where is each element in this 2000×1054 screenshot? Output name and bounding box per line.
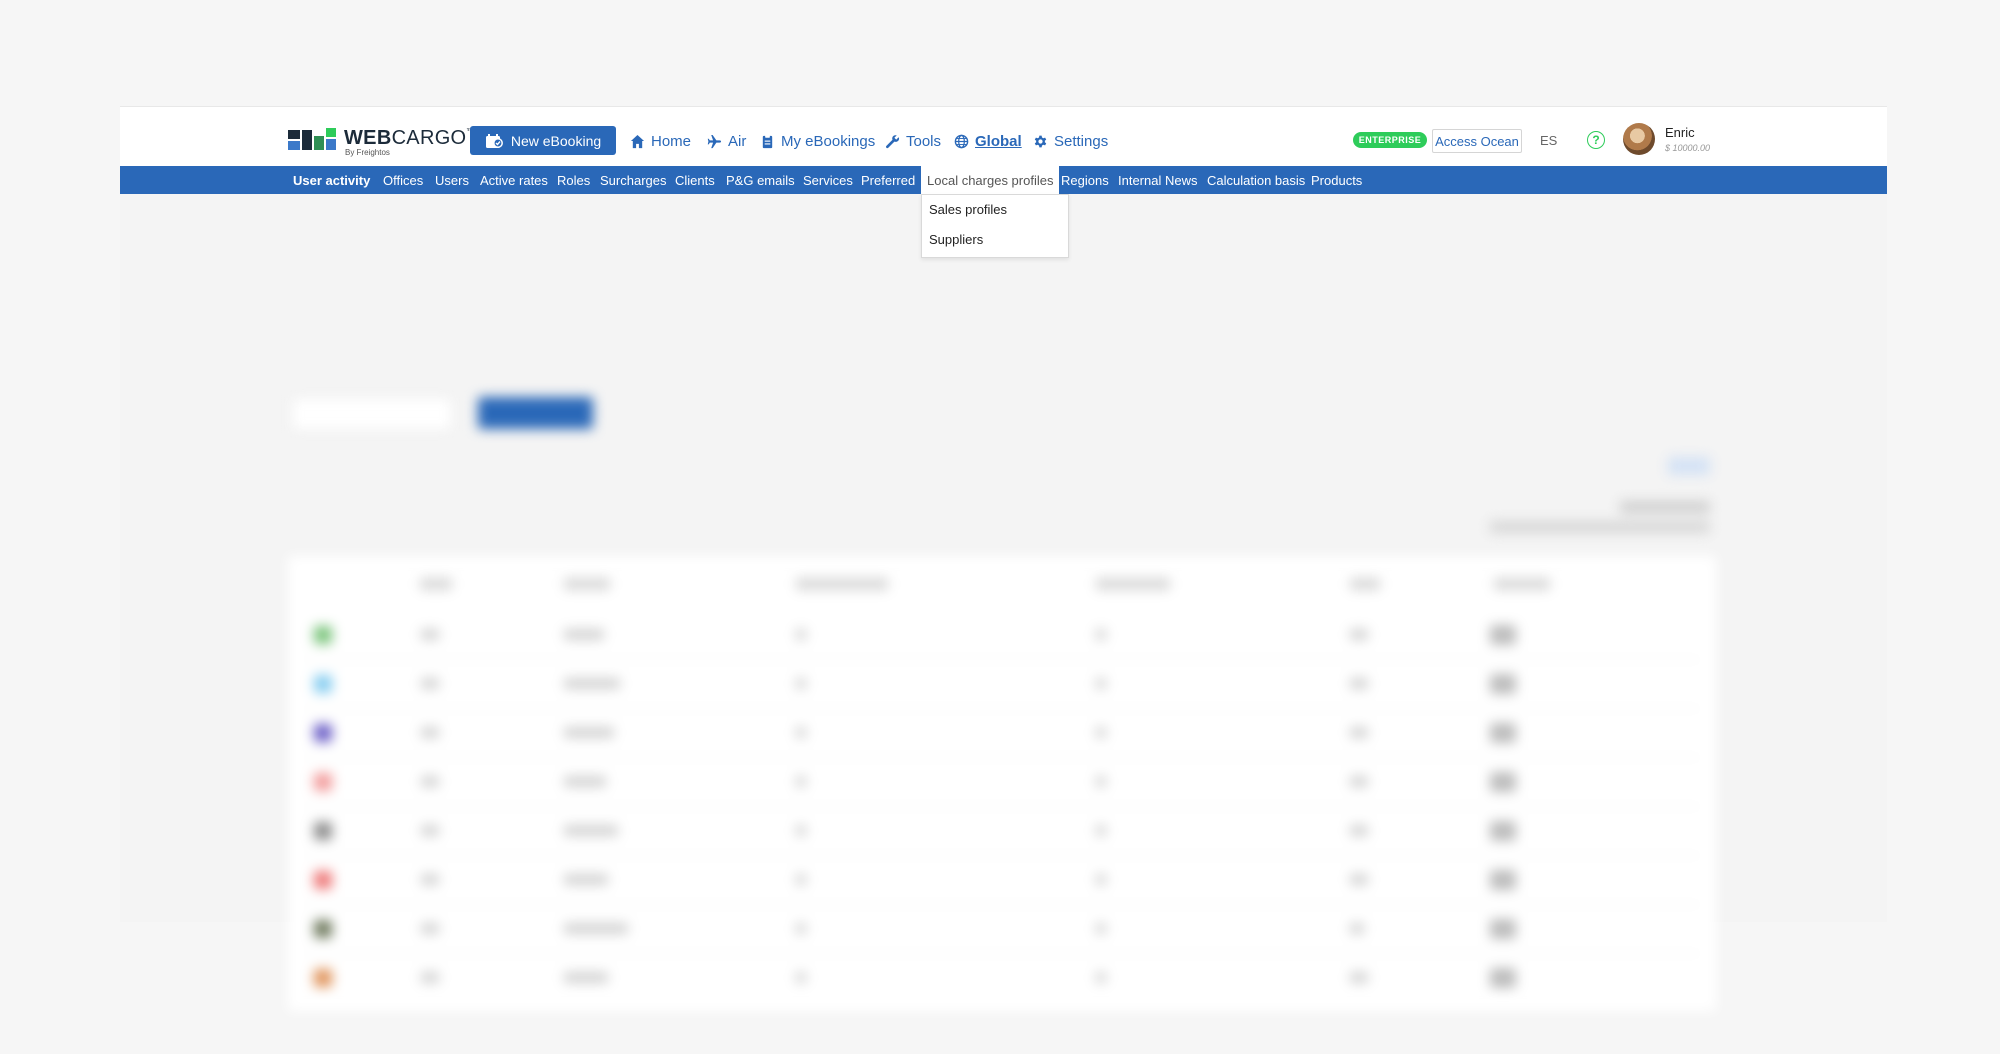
nav-air[interactable]: Air: [707, 131, 746, 151]
subnav-pg-emails[interactable]: P&G emails: [726, 166, 795, 194]
blurred-column-header: [1494, 578, 1550, 590]
enterprise-badge: ENTERPRISE: [1353, 132, 1427, 148]
blurred-color-swatch: [314, 773, 332, 791]
top-navbar: WEBCARGO™ By Freightos New eBooking Home…: [120, 106, 1887, 167]
new-ebooking-label: New eBooking: [510, 132, 602, 149]
table-row: [304, 905, 1700, 954]
subnav-clients[interactable]: Clients: [675, 166, 715, 194]
blurred-column-header: [796, 578, 888, 590]
language-switch[interactable]: ES: [1540, 133, 1557, 148]
dropdown-item-sales-profiles[interactable]: Sales profiles: [929, 202, 1007, 217]
gear-icon: [1034, 135, 1047, 147]
subnav-internal-news[interactable]: Internal News: [1118, 166, 1197, 194]
table-row: [304, 856, 1700, 905]
help-icon[interactable]: ?: [1587, 131, 1605, 149]
subnav-services[interactable]: Services: [803, 166, 853, 194]
webcargo-logo[interactable]: WEBCARGO™ By Freightos: [288, 127, 474, 158]
table-row: [304, 758, 1700, 807]
nav-my-ebookings[interactable]: My eBookings: [760, 131, 875, 151]
subnav-roles[interactable]: Roles: [557, 166, 590, 194]
blurred-color-swatch: [314, 969, 332, 987]
wrench-icon: [885, 134, 900, 148]
clipboard-icon: [762, 134, 773, 148]
blurred-table: [288, 556, 1716, 1011]
calendar-check-icon: [485, 133, 503, 148]
access-ocean-button[interactable]: Access Ocean: [1432, 129, 1522, 153]
dropdown-item-suppliers[interactable]: Suppliers: [929, 232, 983, 247]
home-icon: [630, 134, 645, 148]
subnav-calculation-basis[interactable]: Calculation basis: [1207, 166, 1305, 194]
subnav-local-charges-profiles[interactable]: Local charges profiles: [921, 166, 1060, 194]
table-row: [304, 709, 1700, 758]
brand-tagline: By Freightos: [345, 148, 390, 157]
table-row: [304, 807, 1700, 856]
user-balance: $ 10000.00: [1665, 143, 1711, 153]
table-row: [304, 611, 1700, 660]
nav-home[interactable]: Home: [630, 131, 691, 151]
table-row: [304, 954, 1700, 1002]
user-name[interactable]: Enric: [1665, 125, 1695, 140]
blurred-search-button: [478, 397, 593, 429]
blurred-filter-input: [292, 398, 452, 430]
subnav-preferred[interactable]: Preferred: [861, 166, 915, 194]
subnav-surcharges[interactable]: Surcharges: [600, 166, 666, 194]
globe-icon: [954, 134, 969, 148]
blurred-column-header: [420, 578, 452, 590]
plane-icon: [707, 134, 722, 148]
app-window: WEBCARGO™ By Freightos New eBooking Home…: [120, 106, 1887, 1011]
subnav-products[interactable]: Products: [1311, 166, 1362, 194]
new-ebooking-button[interactable]: New eBooking: [470, 126, 616, 155]
subnav-offices[interactable]: Offices: [383, 166, 423, 194]
blurred-color-swatch: [314, 626, 332, 644]
blurred-color-swatch: [314, 871, 332, 889]
blurred-column-header: [564, 578, 610, 590]
blurred-page-content: [120, 201, 1887, 1011]
blurred-color-swatch: [314, 724, 332, 742]
subnav-users[interactable]: Users: [435, 166, 469, 194]
logo-tiles-icon: [288, 128, 338, 152]
blurred-color-swatch: [314, 920, 332, 938]
nav-settings[interactable]: Settings: [1033, 131, 1108, 151]
blurred-color-swatch: [314, 822, 332, 840]
blurred-color-swatch: [314, 675, 332, 693]
blurred-meta-line: [1490, 521, 1710, 533]
subnav-user-activity[interactable]: User activity: [293, 166, 370, 194]
sub-navbar: User activity Offices Users Active rates…: [120, 166, 1887, 194]
table-row: [304, 660, 1700, 709]
local-charges-dropdown: Sales profiles Suppliers: [921, 194, 1069, 258]
avatar[interactable]: [1623, 123, 1655, 155]
nav-tools[interactable]: Tools: [885, 131, 941, 151]
blurred-column-header: [1350, 578, 1380, 590]
blurred-column-header: [1096, 578, 1170, 590]
nav-global[interactable]: Global: [954, 131, 1022, 151]
subnav-active-rates[interactable]: Active rates: [480, 166, 548, 194]
blurred-meta-line: [1620, 501, 1710, 513]
subnav-regions[interactable]: Regions: [1061, 166, 1109, 194]
brand-name: WEBCARGO™: [344, 127, 474, 149]
blurred-toolbar-icons: [1668, 457, 1710, 475]
